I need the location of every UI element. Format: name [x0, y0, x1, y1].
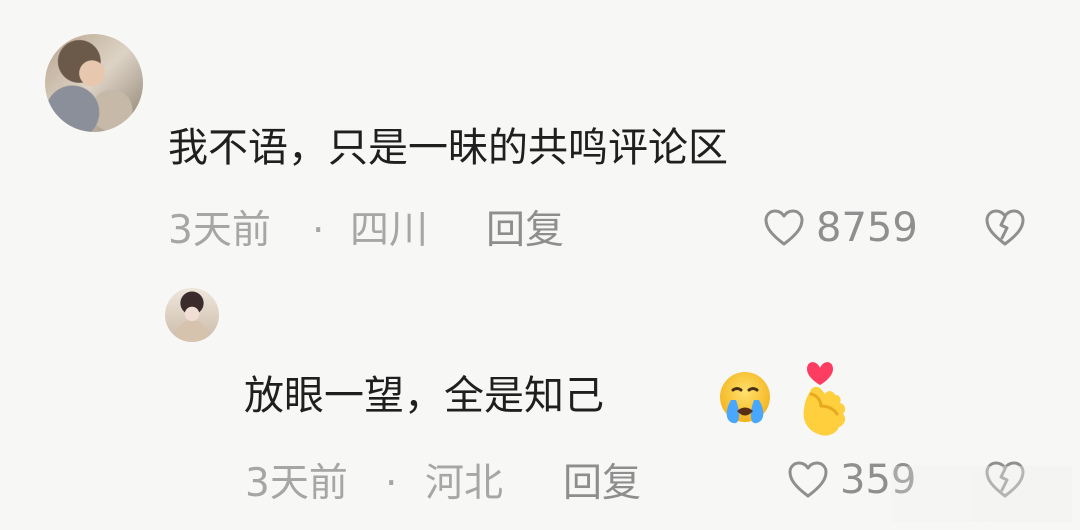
reply-button[interactable]: 回复	[486, 211, 564, 250]
commenter-avatar[interactable]	[45, 34, 143, 132]
reply-time: 3天前	[245, 461, 348, 506]
meta-separator: ·	[312, 208, 325, 253]
crying-face-icon	[720, 372, 770, 424]
watermark-overlay	[892, 466, 1072, 522]
comment-text: 我不语，只是一昧的共鸣评论区	[168, 125, 728, 171]
reply-avatar[interactable]	[165, 288, 219, 342]
reply-button[interactable]: 回复	[563, 464, 641, 503]
reply-location: 河北	[425, 461, 504, 506]
heart-icon[interactable]	[762, 208, 806, 248]
heart-icon[interactable]	[786, 460, 830, 500]
like-count: 8759	[816, 205, 918, 251]
comment-location: 四川	[350, 208, 429, 253]
broken-heart-icon[interactable]	[983, 208, 1027, 248]
finger-heart-icon	[803, 362, 846, 436]
reply-text: 放眼一望，全是知己	[244, 373, 604, 419]
meta-separator: ·	[385, 461, 398, 506]
comment-time: 3天前	[168, 208, 271, 253]
